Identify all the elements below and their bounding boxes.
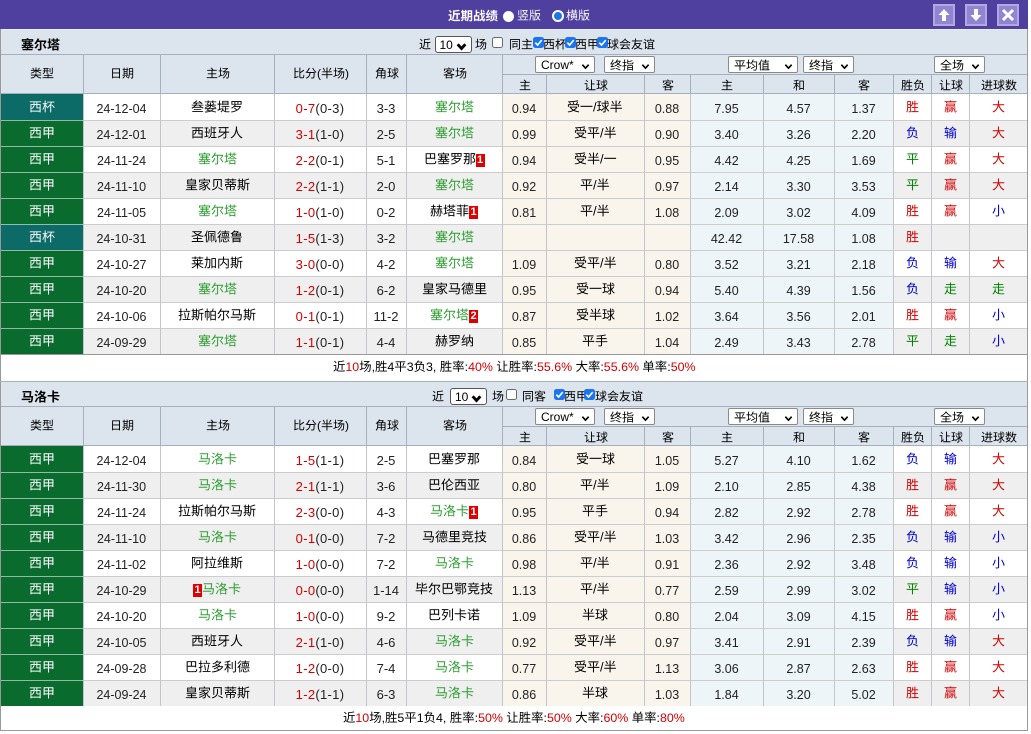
svg-text:80%: 80%	[660, 711, 685, 725]
svg-text:10: 10	[345, 360, 359, 374]
svg-text:,: ,	[371, 360, 374, 374]
svg-text:/: /	[593, 178, 597, 192]
svg-text:50%: 50%	[478, 711, 503, 725]
svg-text:/: /	[593, 478, 597, 492]
svg-text:60%: 60%	[604, 711, 629, 725]
svg-text:4: 4	[387, 360, 394, 374]
svg-text:,: ,	[382, 711, 385, 725]
svg-text:10: 10	[355, 711, 369, 725]
svg-text:(: (	[317, 67, 321, 81]
svg-text:/: /	[600, 634, 604, 648]
svg-text:/: /	[593, 100, 597, 114]
svg-text:4,: 4,	[436, 711, 446, 725]
svg-text:): )	[345, 419, 349, 433]
svg-text:1: 1	[417, 711, 424, 725]
svg-text:/: /	[600, 530, 604, 544]
svg-text:40%: 40%	[468, 360, 493, 374]
svg-text:/: /	[600, 256, 604, 270]
svg-text:/: /	[600, 126, 604, 140]
svg-text:/: /	[593, 582, 597, 596]
svg-text:/: /	[593, 556, 597, 570]
svg-text:/: /	[593, 204, 597, 218]
svg-text:3: 3	[406, 360, 413, 374]
svg-text:55.6%: 55.6%	[537, 360, 572, 374]
svg-text:/: /	[600, 660, 604, 674]
svg-text:3,: 3,	[426, 360, 436, 374]
svg-text:/: /	[600, 152, 604, 166]
svg-text:): )	[345, 67, 349, 81]
svg-text:5: 5	[397, 711, 404, 725]
svg-text:(: (	[317, 419, 321, 433]
svg-text:55.6%: 55.6%	[603, 360, 638, 374]
svg-text:50%: 50%	[547, 711, 572, 725]
svg-text:50%: 50%	[670, 360, 695, 374]
